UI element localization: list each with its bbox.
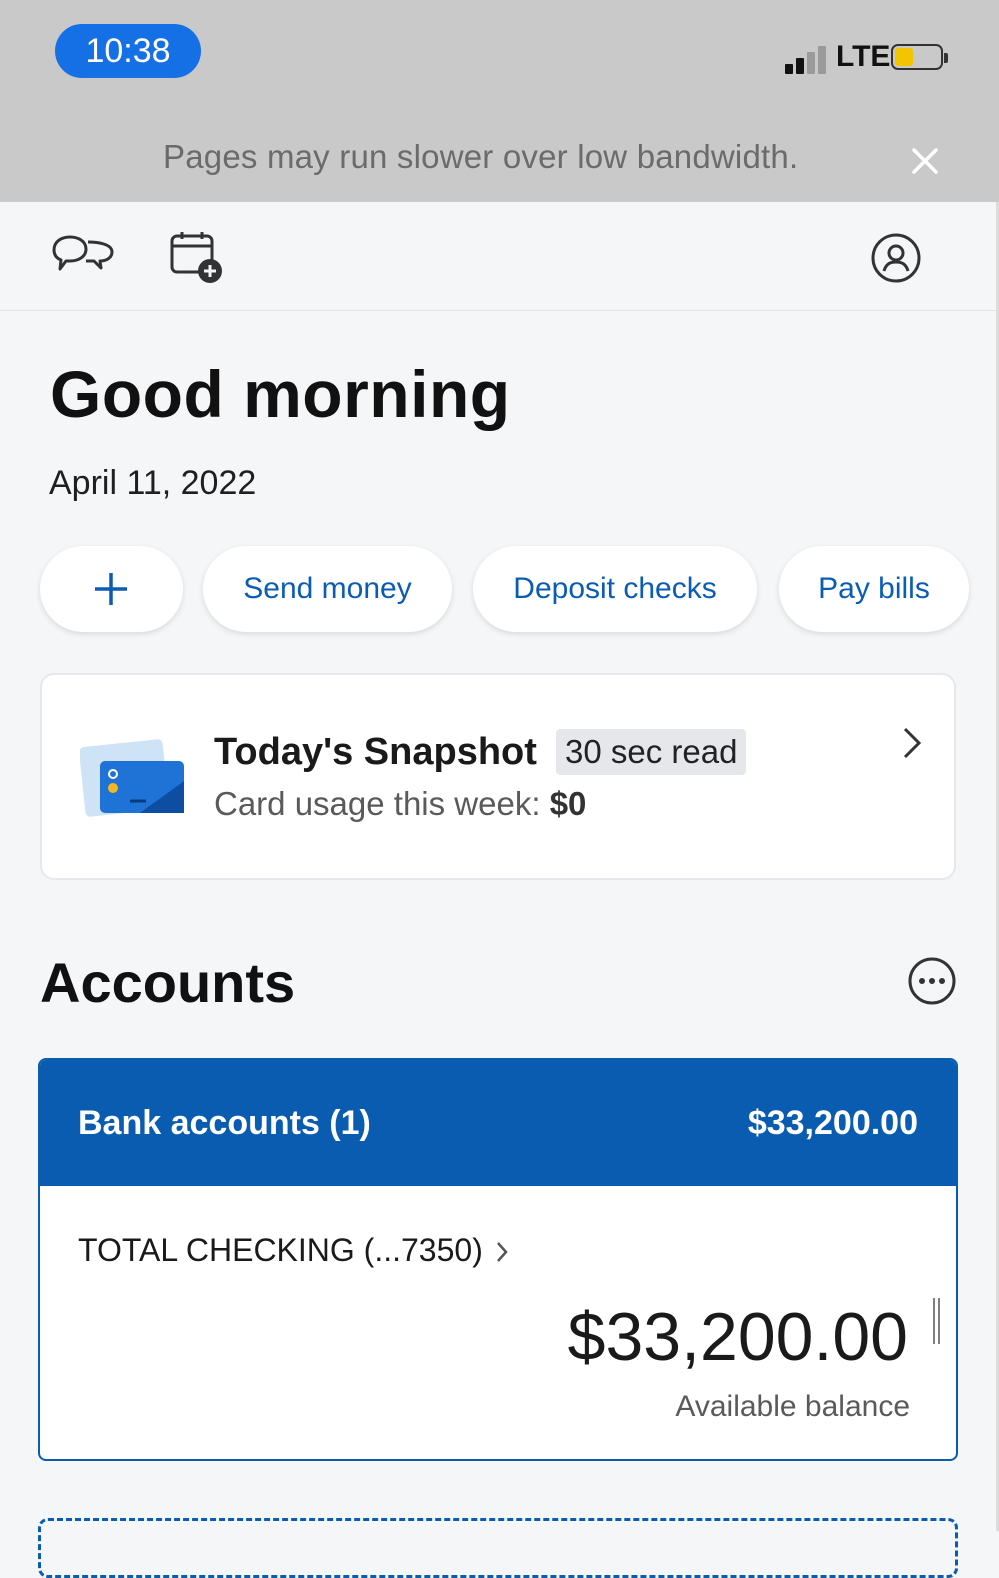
bank-accounts-label: Bank accounts (1)	[78, 1104, 371, 1142]
scroll-indicator	[933, 1298, 940, 1344]
calendar-add-icon[interactable]	[168, 230, 226, 286]
snapshot-subtitle: Card usage this week: $0	[214, 785, 586, 823]
close-icon[interactable]	[906, 142, 944, 180]
bandwidth-banner-text: Pages may run slower over low bandwidth.	[163, 138, 799, 175]
card-usage-label: Card usage this week:	[214, 785, 541, 822]
snapshot-title: Today's Snapshot	[214, 731, 537, 773]
pay-bills-button[interactable]: Pay bills	[779, 546, 969, 632]
card-icon	[80, 739, 184, 817]
accounts-heading: Accounts	[40, 951, 296, 1014]
bank-accounts-total: $33,200.00	[747, 1104, 918, 1142]
chat-icon[interactable]	[48, 232, 120, 280]
page-title: Good morning	[50, 357, 511, 431]
chevron-right-icon	[903, 727, 922, 759]
profile-icon[interactable]	[870, 232, 922, 284]
network-label: LTE	[836, 40, 891, 73]
checking-account-link[interactable]: TOTAL CHECKING (...7350)	[78, 1232, 483, 1269]
available-balance-amount: $33,200.00	[567, 1299, 908, 1375]
card-usage-value: $0	[549, 785, 587, 822]
read-time-badge: 30 sec read	[556, 729, 747, 775]
bank-accounts-header[interactable]: Bank accounts (1) $33,200.00	[40, 1060, 956, 1186]
status-time: 10:38	[55, 24, 201, 78]
available-balance-label: Available balance	[675, 1390, 910, 1423]
current-date: April 11, 2022	[49, 464, 257, 502]
top-nav	[0, 202, 999, 311]
snapshot-card[interactable]: Today's Snapshot 30 sec read Card usage …	[40, 673, 956, 880]
battery-icon	[891, 44, 949, 74]
plus-icon	[95, 573, 127, 605]
add-action-button[interactable]	[40, 546, 183, 632]
chevron-right-icon	[497, 1242, 508, 1262]
status-bar: 10:38 LTE Pages may run slower over low …	[0, 0, 999, 202]
add-account-placeholder[interactable]	[38, 1518, 958, 1578]
deposit-checks-button[interactable]: Deposit checks	[473, 546, 757, 632]
send-money-button[interactable]: Send money	[203, 546, 452, 632]
more-options-icon[interactable]	[907, 956, 957, 1006]
bank-accounts-card: Bank accounts (1) $33,200.00 TOTAL CHECK…	[38, 1058, 958, 1461]
signal-icon	[785, 44, 831, 74]
